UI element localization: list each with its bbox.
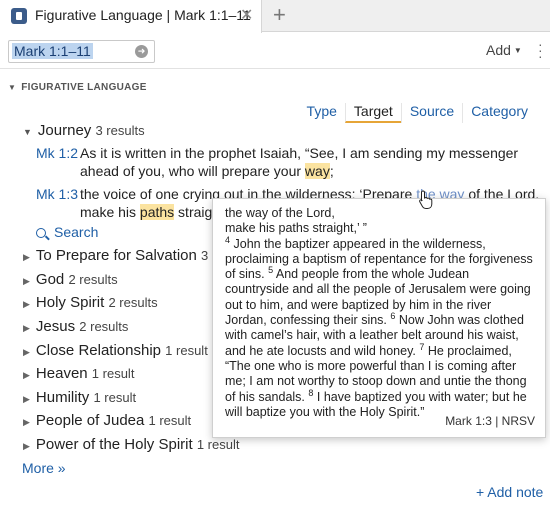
collapsed-triangle-icon: ▶: [23, 252, 30, 262]
section-title: FIGURATIVE LANGUAGE: [21, 82, 147, 93]
collapsed-triangle-icon: ▶: [23, 347, 30, 357]
group-journey[interactable]: ▼ Journey 3 results: [23, 122, 145, 139]
collapsed-triangle-icon: ▶: [23, 441, 30, 451]
collapsed-triangle-icon: ▶: [23, 299, 30, 309]
group-label: Journey: [37, 122, 92, 139]
popup-line: make his paths straight,’ ”: [225, 221, 367, 236]
chevron-down-icon: ▼: [513, 46, 522, 55]
group-people-of-judea[interactable]: ▶ People of Judea 1 result: [23, 412, 191, 429]
group-jesus[interactable]: ▶ Jesus 2 results: [23, 318, 128, 335]
tab-type[interactable]: Type: [299, 103, 345, 123]
add-note-button[interactable]: + Add note: [476, 484, 543, 500]
tab-bar: Figurative Language | Mark 1:1–11 ✕ +: [0, 0, 550, 33]
collapsed-triangle-icon: ▶: [23, 276, 30, 286]
collapse-triangle-icon: ▼: [8, 83, 17, 92]
group-god[interactable]: ▶ God 2 results: [23, 271, 118, 288]
new-tab-icon[interactable]: +: [273, 2, 286, 28]
reference-value[interactable]: Mark 1:1–11: [12, 43, 93, 59]
popup-reference: Mark 1:3 | NRSV: [445, 413, 535, 428]
verse-ref-link[interactable]: Mk 1:3: [36, 185, 78, 203]
toolbar: Mark 1:1–11 ➜ Add ▼ · · ·: [0, 33, 550, 69]
reference-input[interactable]: Mark 1:1–11 ➜: [8, 40, 155, 63]
group-heaven[interactable]: ▶ Heaven 1 result: [23, 365, 134, 382]
tab-title: Figurative Language | Mark 1:1–11: [35, 7, 251, 23]
verse-preview-popup: the way of the Lord, make his paths stra…: [212, 198, 546, 438]
close-icon[interactable]: ✕: [240, 5, 253, 25]
tab-category[interactable]: Category: [462, 103, 536, 123]
tab-target[interactable]: Target: [344, 103, 401, 123]
guide-icon: [11, 8, 27, 24]
search-link[interactable]: Search: [36, 224, 98, 240]
collapsed-triangle-icon: ▶: [23, 323, 30, 333]
highlighted-term: paths: [139, 204, 175, 220]
search-icon: [36, 228, 46, 238]
hand-cursor-icon: [419, 190, 433, 209]
collapsed-triangle-icon: ▶: [23, 394, 30, 404]
sort-tabs: Type Target Source Category: [299, 103, 536, 123]
group-holy-spirit[interactable]: ▶ Holy Spirit 2 results: [23, 294, 158, 311]
verse-text: As it is written in the prophet Isaiah, …: [80, 145, 519, 179]
more-options-icon[interactable]: · · ·: [538, 37, 543, 63]
verse-ref-link[interactable]: Mk 1:2: [36, 144, 78, 162]
popup-passage: 4 John the baptizer appeared in the wild…: [225, 234, 533, 419]
go-arrow-icon[interactable]: ➜: [135, 45, 148, 58]
group-to-prepare-for-salvation[interactable]: ▶To Prepare for Salvation 3 re: [23, 247, 223, 264]
tab-figurative-language[interactable]: Figurative Language | Mark 1:1–11 ✕: [0, 0, 262, 33]
tab-source[interactable]: Source: [400, 103, 462, 123]
expanded-triangle-icon: ▼: [23, 127, 32, 137]
add-button[interactable]: Add ▼: [486, 42, 522, 58]
group-count: 3 results: [95, 123, 145, 138]
add-button-label: Add: [486, 42, 511, 58]
highlighted-term: way: [304, 163, 330, 179]
group-power-of-the-holy-spirit[interactable]: ▶ Power of the Holy Spirit 1 result: [23, 436, 239, 453]
section-header[interactable]: ▼ FIGURATIVE LANGUAGE: [8, 82, 147, 93]
collapsed-triangle-icon: ▶: [23, 417, 30, 427]
collapsed-triangle-icon: ▶: [23, 370, 30, 380]
popup-line: the way of the Lord,: [225, 206, 335, 220]
group-humility[interactable]: ▶ Humility 1 result: [23, 389, 136, 406]
more-link[interactable]: More »: [22, 460, 66, 476]
group-close-relationship[interactable]: ▶ Close Relationship 1 result: [23, 342, 208, 359]
